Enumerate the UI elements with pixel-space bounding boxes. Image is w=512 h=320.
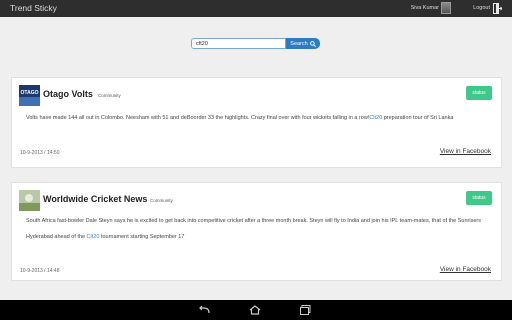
- category-label: Community: [98, 93, 121, 98]
- avatar[interactable]: [441, 2, 451, 14]
- logo-text: OTAGO: [21, 90, 39, 96]
- search-button[interactable]: Search: [286, 38, 320, 49]
- search-input[interactable]: [191, 38, 286, 49]
- user-name[interactable]: Siva Kumar: [411, 5, 439, 11]
- back-icon[interactable]: [197, 304, 211, 316]
- worldwide-cricket-news-logo: [19, 190, 40, 211]
- home-icon[interactable]: [248, 304, 262, 316]
- category-label: Community: [150, 198, 173, 203]
- status-button[interactable]: status: [466, 191, 492, 205]
- system-nav-bar: [0, 300, 512, 320]
- post-text-main: Hyderabad ahead of the: [26, 234, 87, 240]
- feed-card: OTAGO Otago Volts Community status Volts…: [11, 77, 502, 168]
- source-name[interactable]: Otago Volts: [43, 89, 93, 99]
- post-text-main: Volts have made 144 all out in Colombo. …: [26, 115, 370, 121]
- feed-card: Worldwide Cricket News Community status …: [11, 182, 502, 281]
- post-text-line1: South Africa fast-bowler Dale Steyn says…: [26, 218, 481, 224]
- logout-link[interactable]: Logout: [473, 5, 490, 11]
- view-in-facebook-link[interactable]: View in Facebook: [440, 148, 491, 155]
- hashtag-link[interactable]: Clt20: [87, 234, 100, 240]
- post-text: South Africa fast-bowler Dale Steyn says…: [26, 213, 496, 245]
- app-title: Trend Sticky: [10, 3, 57, 13]
- post-date: 10-9-2013 / 14:50: [20, 150, 60, 156]
- otago-volts-logo: OTAGO: [19, 85, 40, 106]
- status-button[interactable]: status: [466, 86, 492, 100]
- app-header: Trend Sticky Siva Kumar Logout: [0, 0, 512, 17]
- post-text: Volts have made 144 all out in Colombo. …: [26, 110, 496, 126]
- search-button-label: Search: [290, 40, 308, 47]
- hashtag-link[interactable]: Clt20: [369, 115, 382, 121]
- recents-icon[interactable]: [299, 304, 313, 316]
- source-name[interactable]: Worldwide Cricket News: [43, 194, 147, 204]
- search-icon: [309, 40, 316, 47]
- view-in-facebook-link[interactable]: View in Facebook: [440, 266, 491, 273]
- post-text-end: tournament starting September 17: [99, 234, 185, 240]
- post-text-end: preparation tour of Sri Lanka: [382, 115, 454, 121]
- post-date: 10-9-2013 / 14:48: [20, 268, 60, 274]
- logout-icon[interactable]: [493, 3, 502, 14]
